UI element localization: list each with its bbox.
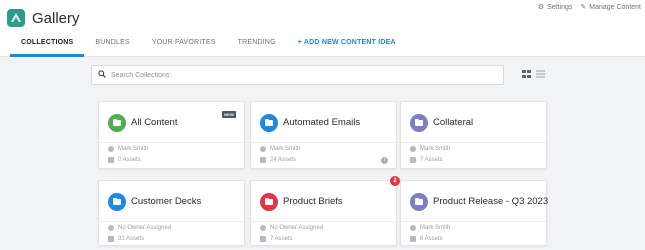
- owner-name: No Owner Assigned: [270, 225, 324, 231]
- card-divider: [251, 142, 396, 143]
- person-icon: [260, 225, 266, 231]
- gear-icon: ⚙: [537, 4, 545, 11]
- folder-small-icon: [260, 236, 266, 242]
- owner-row: Mark Smith: [410, 225, 450, 231]
- card-divider: [401, 142, 546, 143]
- asset-count: 31 Assets: [118, 236, 145, 242]
- collection-card-collateral[interactable]: Collateral Mark Smith 7 Assets: [400, 101, 547, 169]
- owner-row: Mark Smith: [108, 146, 148, 152]
- tab-trending[interactable]: TRENDING: [227, 38, 287, 57]
- folder-icon: [260, 114, 278, 132]
- folder-small-icon: [108, 236, 114, 242]
- person-icon: [108, 146, 114, 152]
- collection-title: All Content: [131, 117, 178, 128]
- folder-icon: [108, 193, 126, 211]
- view-toggle: [522, 70, 545, 78]
- info-icon[interactable]: i: [381, 157, 388, 164]
- owner-name: Mark Smith: [118, 146, 149, 152]
- owner-row: Mark Smith: [260, 146, 300, 152]
- asset-count: 7 Assets: [420, 157, 443, 163]
- owner-row: No Owner Assigned: [260, 225, 323, 231]
- asset-count: 0 Assets: [118, 157, 141, 163]
- asset-count: 24 Assets: [270, 157, 297, 163]
- assets-row: 7 Assets: [260, 236, 293, 242]
- collection-title: Customer Decks: [131, 196, 202, 207]
- owner-name: Mark Smith: [420, 146, 451, 152]
- settings-label: Settings: [547, 3, 573, 11]
- card-divider: [99, 142, 244, 143]
- card-divider: [99, 221, 244, 222]
- person-icon: [260, 146, 266, 152]
- tab-your-favorites[interactable]: YOUR FAVORITES: [141, 38, 227, 57]
- folder-small-icon: [260, 157, 266, 163]
- folder-small-icon: [108, 157, 114, 163]
- collection-title: Automated Emails: [283, 117, 361, 128]
- folder-icon: [410, 193, 428, 211]
- folder-icon: [108, 114, 126, 132]
- gallery-logo-icon[interactable]: [7, 9, 25, 27]
- new-badge: NEW: [222, 111, 236, 118]
- card-divider: [401, 221, 546, 222]
- folder-small-icon: [410, 157, 416, 163]
- collection-title: Collateral: [433, 117, 474, 128]
- collection-title: Product Briefs: [283, 196, 343, 207]
- notification-count-badge: 2: [390, 176, 400, 186]
- add-content-idea-button[interactable]: + ADD NEW CONTENT IDEA: [287, 38, 407, 57]
- app-title: Gallery: [32, 10, 80, 27]
- search-bar: [91, 65, 504, 85]
- top-links: ⚙ Settings ✎ Manage Content: [537, 3, 641, 12]
- tab-collections[interactable]: COLLECTIONS: [10, 38, 85, 57]
- folder-icon: [260, 193, 278, 211]
- asset-count: 6 Assets: [420, 236, 443, 242]
- app-header: Gallery ⚙ Settings ✎ Manage Content COLL…: [0, 0, 645, 57]
- assets-row: 7 Assets: [410, 157, 443, 163]
- collection-title: Product Release - Q3 2023: [433, 196, 549, 207]
- assets-row: 24 Assets: [260, 157, 296, 163]
- search-icon: [98, 70, 106, 80]
- collection-card-automated-emails[interactable]: Automated Emails Mark Smith 24 Assets i: [250, 101, 397, 169]
- wrench-icon: ✎: [580, 4, 587, 11]
- tab-bundles[interactable]: BUNDLES: [84, 38, 140, 57]
- collection-card-product-release[interactable]: Product Release - Q3 2023 Mark Smith 6 A…: [400, 180, 549, 246]
- card-divider: [251, 221, 396, 222]
- folder-icon: [410, 114, 428, 132]
- assets-row: 0 Assets: [108, 157, 141, 163]
- assets-row: 31 Assets: [108, 236, 144, 242]
- manage-content-link[interactable]: ✎ Manage Content: [580, 3, 641, 12]
- search-input[interactable]: [111, 71, 491, 79]
- person-icon: [410, 146, 416, 152]
- collection-card-product-briefs[interactable]: Product Briefs 2 No Owner Assigned 7 Ass…: [250, 176, 400, 246]
- asset-count: 7 Assets: [270, 236, 293, 242]
- manage-content-label: Manage Content: [589, 3, 641, 11]
- person-icon: [108, 225, 114, 231]
- owner-row: No Owner Assigned: [108, 225, 171, 231]
- grid-view-icon[interactable]: [522, 70, 531, 78]
- owner-name: No Owner Assigned: [118, 225, 172, 231]
- list-view-icon[interactable]: [536, 70, 545, 78]
- settings-link[interactable]: ⚙ Settings: [537, 3, 573, 12]
- folder-small-icon: [410, 236, 416, 242]
- collection-card-all-content[interactable]: All Content NEW Mark Smith 0 Assets: [98, 101, 245, 169]
- person-icon: [410, 225, 416, 231]
- owner-name: Mark Smith: [420, 225, 451, 231]
- owner-name: Mark Smith: [270, 146, 301, 152]
- assets-row: 6 Assets: [410, 236, 443, 242]
- tab-bar: COLLECTIONS BUNDLES YOUR FAVORITES TREND…: [10, 38, 407, 57]
- owner-row: Mark Smith: [410, 146, 450, 152]
- collection-card-customer-decks[interactable]: Customer Decks No Owner Assigned 31 Asse…: [98, 180, 245, 246]
